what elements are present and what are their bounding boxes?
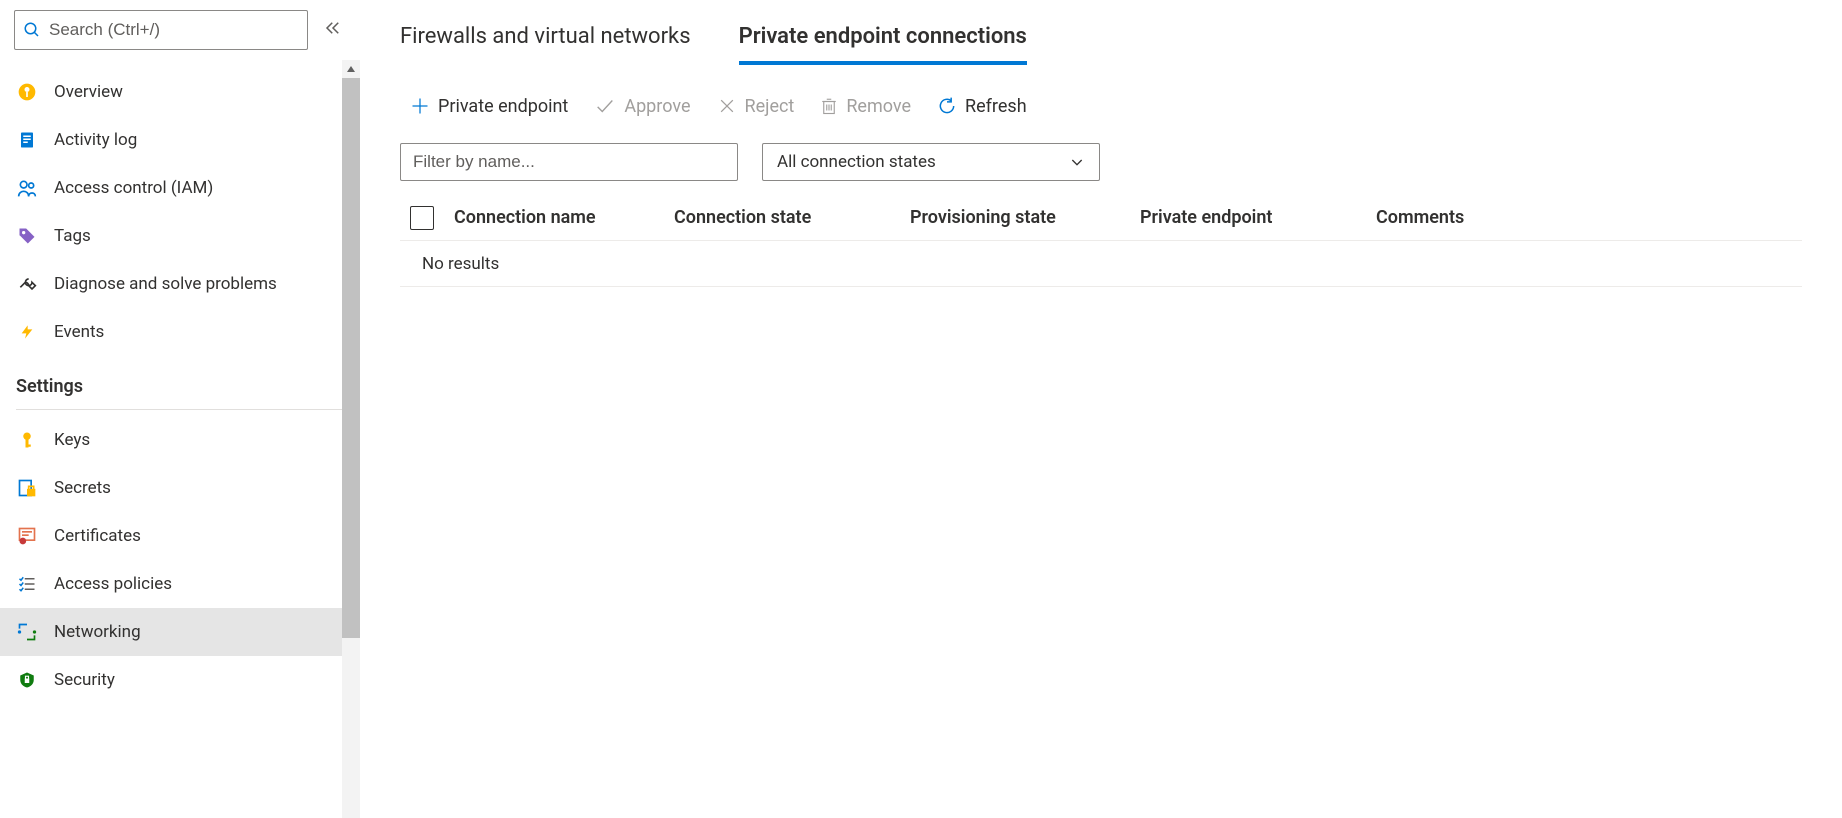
empty-message: No results <box>422 254 499 274</box>
shield-icon <box>16 670 38 690</box>
filter-by-name-input[interactable] <box>400 143 738 181</box>
dropdown-selected-label: All connection states <box>777 152 936 172</box>
toolbar-label: Refresh <box>965 96 1027 117</box>
sidebar-item-events[interactable]: Events <box>0 308 360 356</box>
chevron-down-icon <box>1069 154 1085 170</box>
sidebar-item-label: Security <box>54 670 115 690</box>
sidebar-item-tags[interactable]: Tags <box>0 212 360 260</box>
scrollbar-arrow-up-icon[interactable] <box>342 60 360 78</box>
network-icon <box>16 622 38 642</box>
sidebar-item-activity-log[interactable]: Activity log <box>0 116 360 164</box>
sidebar-item-label: Tags <box>54 226 91 246</box>
sidebar-item-label: Certificates <box>54 526 141 546</box>
remove-button: Remove <box>820 96 911 117</box>
tab-firewalls[interactable]: Firewalls and virtual networks <box>400 24 691 65</box>
column-connection-name[interactable]: Connection name <box>454 207 654 228</box>
check-icon <box>594 95 616 117</box>
sidebar-item-label: Activity log <box>54 130 137 150</box>
toolbar-label: Remove <box>846 96 911 117</box>
x-icon <box>717 96 737 116</box>
connection-state-dropdown[interactable]: All connection states <box>762 143 1100 181</box>
add-private-endpoint-button[interactable]: Private endpoint <box>410 96 568 117</box>
key-circle-icon <box>16 82 38 102</box>
toolbar: Private endpoint Approve Reject Remove R… <box>400 95 1802 117</box>
select-all-checkbox[interactable] <box>410 206 434 230</box>
sidebar-collapse-button[interactable] <box>320 15 346 45</box>
reject-button: Reject <box>717 96 795 117</box>
tab-private-endpoint-connections[interactable]: Private endpoint connections <box>739 24 1027 65</box>
log-icon <box>16 130 38 150</box>
sidebar-section-settings: Settings <box>0 356 360 403</box>
sidebar-item-label: Events <box>54 322 104 342</box>
column-comments[interactable]: Comments <box>1376 207 1802 228</box>
sidebar-item-label: Secrets <box>54 478 111 498</box>
sidebar-item-access-policies[interactable]: Access policies <box>0 560 360 608</box>
sidebar-item-label: Overview <box>54 82 123 102</box>
key-icon <box>16 430 38 450</box>
lightning-icon <box>16 321 38 343</box>
plus-icon <box>410 96 430 116</box>
sidebar-search-input[interactable] <box>49 20 299 40</box>
sidebar-item-diagnose[interactable]: Diagnose and solve problems <box>0 260 360 308</box>
refresh-button[interactable]: Refresh <box>937 96 1027 117</box>
tab-bar: Firewalls and virtual networks Private e… <box>400 24 1802 65</box>
sidebar-item-secrets[interactable]: Secrets <box>0 464 360 512</box>
sidebar-item-keys[interactable]: Keys <box>0 416 360 464</box>
scrollbar-thumb[interactable] <box>342 78 360 638</box>
wrench-icon <box>16 274 38 294</box>
sidebar-search-wrap[interactable] <box>14 10 308 50</box>
toolbar-label: Approve <box>624 96 690 117</box>
tag-icon <box>16 226 38 246</box>
sidebar-item-label: Access policies <box>54 574 172 594</box>
divider <box>16 409 344 410</box>
sidebar-item-certificates[interactable]: Certificates <box>0 512 360 560</box>
column-provisioning-state[interactable]: Provisioning state <box>910 207 1120 228</box>
sidebar-item-label: Keys <box>54 430 90 450</box>
filter-row: All connection states <box>400 143 1802 181</box>
table-empty-row: No results <box>400 241 1802 287</box>
sidebar-item-networking[interactable]: Networking <box>0 608 360 656</box>
people-icon <box>16 178 38 198</box>
refresh-icon <box>937 96 957 116</box>
trash-icon <box>820 96 838 116</box>
sidebar-item-security[interactable]: Security <box>0 656 360 704</box>
column-connection-state[interactable]: Connection state <box>674 207 890 228</box>
sidebar-item-label: Access control (IAM) <box>54 178 213 198</box>
toolbar-label: Reject <box>745 96 795 117</box>
sidebar-item-overview[interactable]: Overview <box>0 68 360 116</box>
toolbar-label: Private endpoint <box>438 96 568 117</box>
policies-icon <box>16 575 38 593</box>
certificate-icon <box>16 526 38 546</box>
sidebar: Overview Activity log Access control (IA… <box>0 0 360 818</box>
column-private-endpoint[interactable]: Private endpoint <box>1140 207 1356 228</box>
main-content: Firewalls and virtual networks Private e… <box>360 0 1842 818</box>
search-icon <box>23 21 41 39</box>
sidebar-item-access-control[interactable]: Access control (IAM) <box>0 164 360 212</box>
sidebar-item-label: Diagnose and solve problems <box>54 274 277 294</box>
sidebar-item-label: Networking <box>54 622 141 642</box>
approve-button: Approve <box>594 95 690 117</box>
table-header-row: Connection name Connection state Provisi… <box>400 195 1802 241</box>
sidebar-scrollbar[interactable] <box>342 60 360 818</box>
secrets-icon <box>16 478 38 498</box>
